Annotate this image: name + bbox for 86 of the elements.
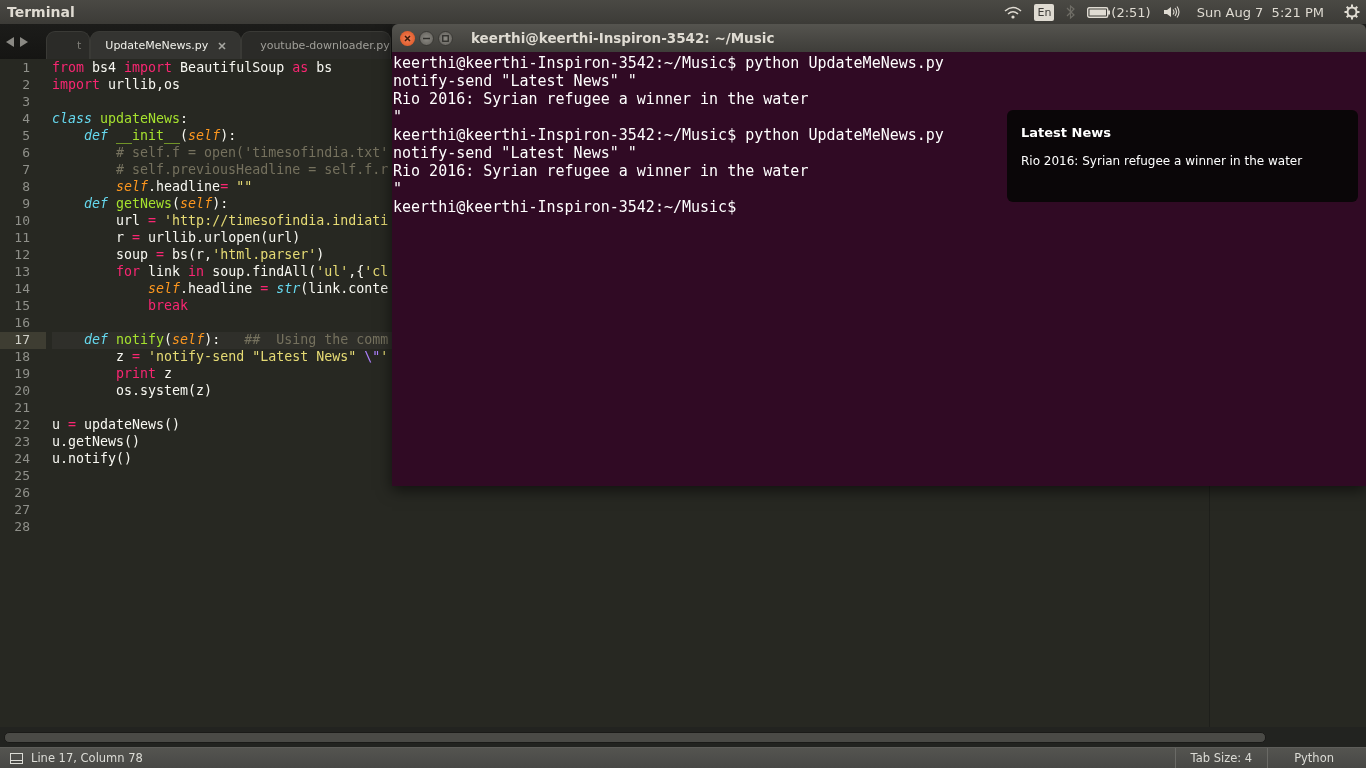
line-number: 11 [13, 230, 31, 247]
terminal-line: " [393, 108, 403, 126]
line-number: 1 [21, 60, 31, 77]
line-number: 17 [0, 332, 46, 349]
back-arrow-icon[interactable] [6, 36, 14, 47]
terminal-line: Rio 2016: Syrian refugee a winner in the water [393, 90, 809, 108]
line-number: 16 [13, 315, 31, 332]
line-number: 15 [13, 298, 31, 315]
line-number: 20 [13, 383, 31, 400]
line-number: 2 [21, 77, 31, 94]
line-number: 13 [13, 264, 31, 281]
horizontal-scrollbar[interactable] [4, 731, 1266, 743]
line-number: 5 [21, 128, 31, 145]
forward-arrow-icon[interactable] [20, 36, 28, 47]
terminal-line: keerthi@keerthi-Inspiron-3542:~/Music$ python UpdateMeNews.py [393, 54, 944, 72]
maximize-icon [442, 34, 449, 42]
code-line: u.getNews() [52, 434, 141, 449]
keyboard-layout-indicator[interactable]: En [1034, 3, 1055, 21]
code-line: print z [115, 366, 173, 381]
line-number: 3 [21, 94, 31, 111]
line-number: 8 [21, 179, 31, 196]
notification-body: Rio 2016: Syrian refugee a winner in the water [1021, 154, 1304, 168]
code-line: url = 'http://timesofindia.indiati [115, 213, 389, 228]
file-tab[interactable]: UpdateMeNews.py [90, 31, 242, 59]
line-number: 7 [21, 162, 31, 179]
speaker-icon[interactable] [1162, 5, 1181, 19]
file-tab[interactable]: t [46, 31, 91, 59]
code-line: # self.previousHeadline = self.f.r [115, 162, 389, 177]
code-line: r = urllib.urlopen(url) [115, 230, 301, 245]
terminal-body[interactable] [392, 52, 1366, 486]
minimize-button[interactable] [419, 30, 434, 46]
syntax-selector[interactable]: Python [1267, 748, 1366, 768]
code-line: def notify(self): ## Using the comm [83, 332, 389, 347]
battery-icon[interactable] [1087, 6, 1111, 18]
panel-toggle-icon[interactable] [10, 752, 23, 764]
code-line: import urllib,os [52, 77, 181, 92]
line-number: 14 [13, 281, 31, 298]
app-title: Terminal [7, 4, 75, 20]
code-line: for link in soup.findAll('ul',{'cl [115, 264, 389, 279]
code-line: self.headline= "" [115, 179, 253, 194]
terminal-line: notify-send "Latest News" " [393, 144, 637, 162]
tab-size-selector[interactable]: Tab Size: 4 [1174, 748, 1268, 768]
line-number: 23 [13, 434, 31, 451]
code-line: def getNews(self): [83, 196, 229, 211]
maximize-button[interactable] [438, 30, 453, 46]
wifi-icon[interactable] [1004, 5, 1023, 19]
settings-icon[interactable] [1344, 4, 1360, 20]
close-button[interactable] [400, 30, 415, 46]
line-number: 18 [13, 349, 31, 366]
terminal-line: Rio 2016: Syrian refugee a winner in the water [393, 162, 809, 180]
clock[interactable]: Sun Aug 7 5:21 PM [1196, 4, 1324, 20]
terminal-line: notify-send "Latest News" " [393, 72, 637, 90]
line-number: 27 [13, 502, 31, 519]
code-line: from bs4 import BeautifulSoup as bs [52, 60, 333, 75]
line-number: 25 [13, 468, 31, 485]
code-line: soup = bs(r,'html.parser') [115, 247, 325, 262]
code-line: u.notify() [52, 451, 133, 466]
code-line: def __init__(self): [83, 128, 237, 143]
line-number: 12 [13, 247, 31, 264]
line-number: 6 [21, 145, 31, 162]
code-line: os.system(z) [115, 383, 213, 398]
cursor-position: Line 17, Column 78 [31, 751, 143, 765]
code-line: u = updateNews() [52, 417, 181, 432]
line-number: 21 [13, 400, 31, 417]
code-line: break [147, 298, 189, 313]
terminal-line: keerthi@keerthi-Inspiron-3542:~/Music$ [393, 198, 737, 216]
terminal-line: keerthi@keerthi-Inspiron-3542:~/Music$ python UpdateMeNews.py [393, 126, 944, 144]
terminal-line: " [393, 180, 403, 198]
window-title: keerthi@keerthi-Inspiron-3542: ~/Music [471, 30, 775, 46]
line-number: 22 [13, 417, 31, 434]
line-number: 28 [13, 519, 31, 536]
notification-title: Latest News [1021, 125, 1112, 140]
line-number: 4 [21, 111, 31, 128]
line-number: 9 [21, 196, 31, 213]
line-number: 10 [13, 213, 31, 230]
close-icon [404, 34, 411, 42]
code-line: z = 'notify-send "Latest News" \"' [115, 349, 389, 364]
line-number: 19 [13, 366, 31, 383]
code-line: class updateNews: [52, 111, 189, 126]
file-tab[interactable]: youtube-downloader.py [241, 31, 391, 59]
code-line: # self.f = open('timesofindia.txt' [115, 145, 389, 160]
line-number: 24 [13, 451, 31, 468]
line-number: 26 [13, 485, 31, 502]
battery-time: (2:51) [1111, 4, 1151, 20]
close-icon[interactable] [218, 41, 227, 50]
code-line: self.headline = str(link.conte [147, 281, 389, 296]
